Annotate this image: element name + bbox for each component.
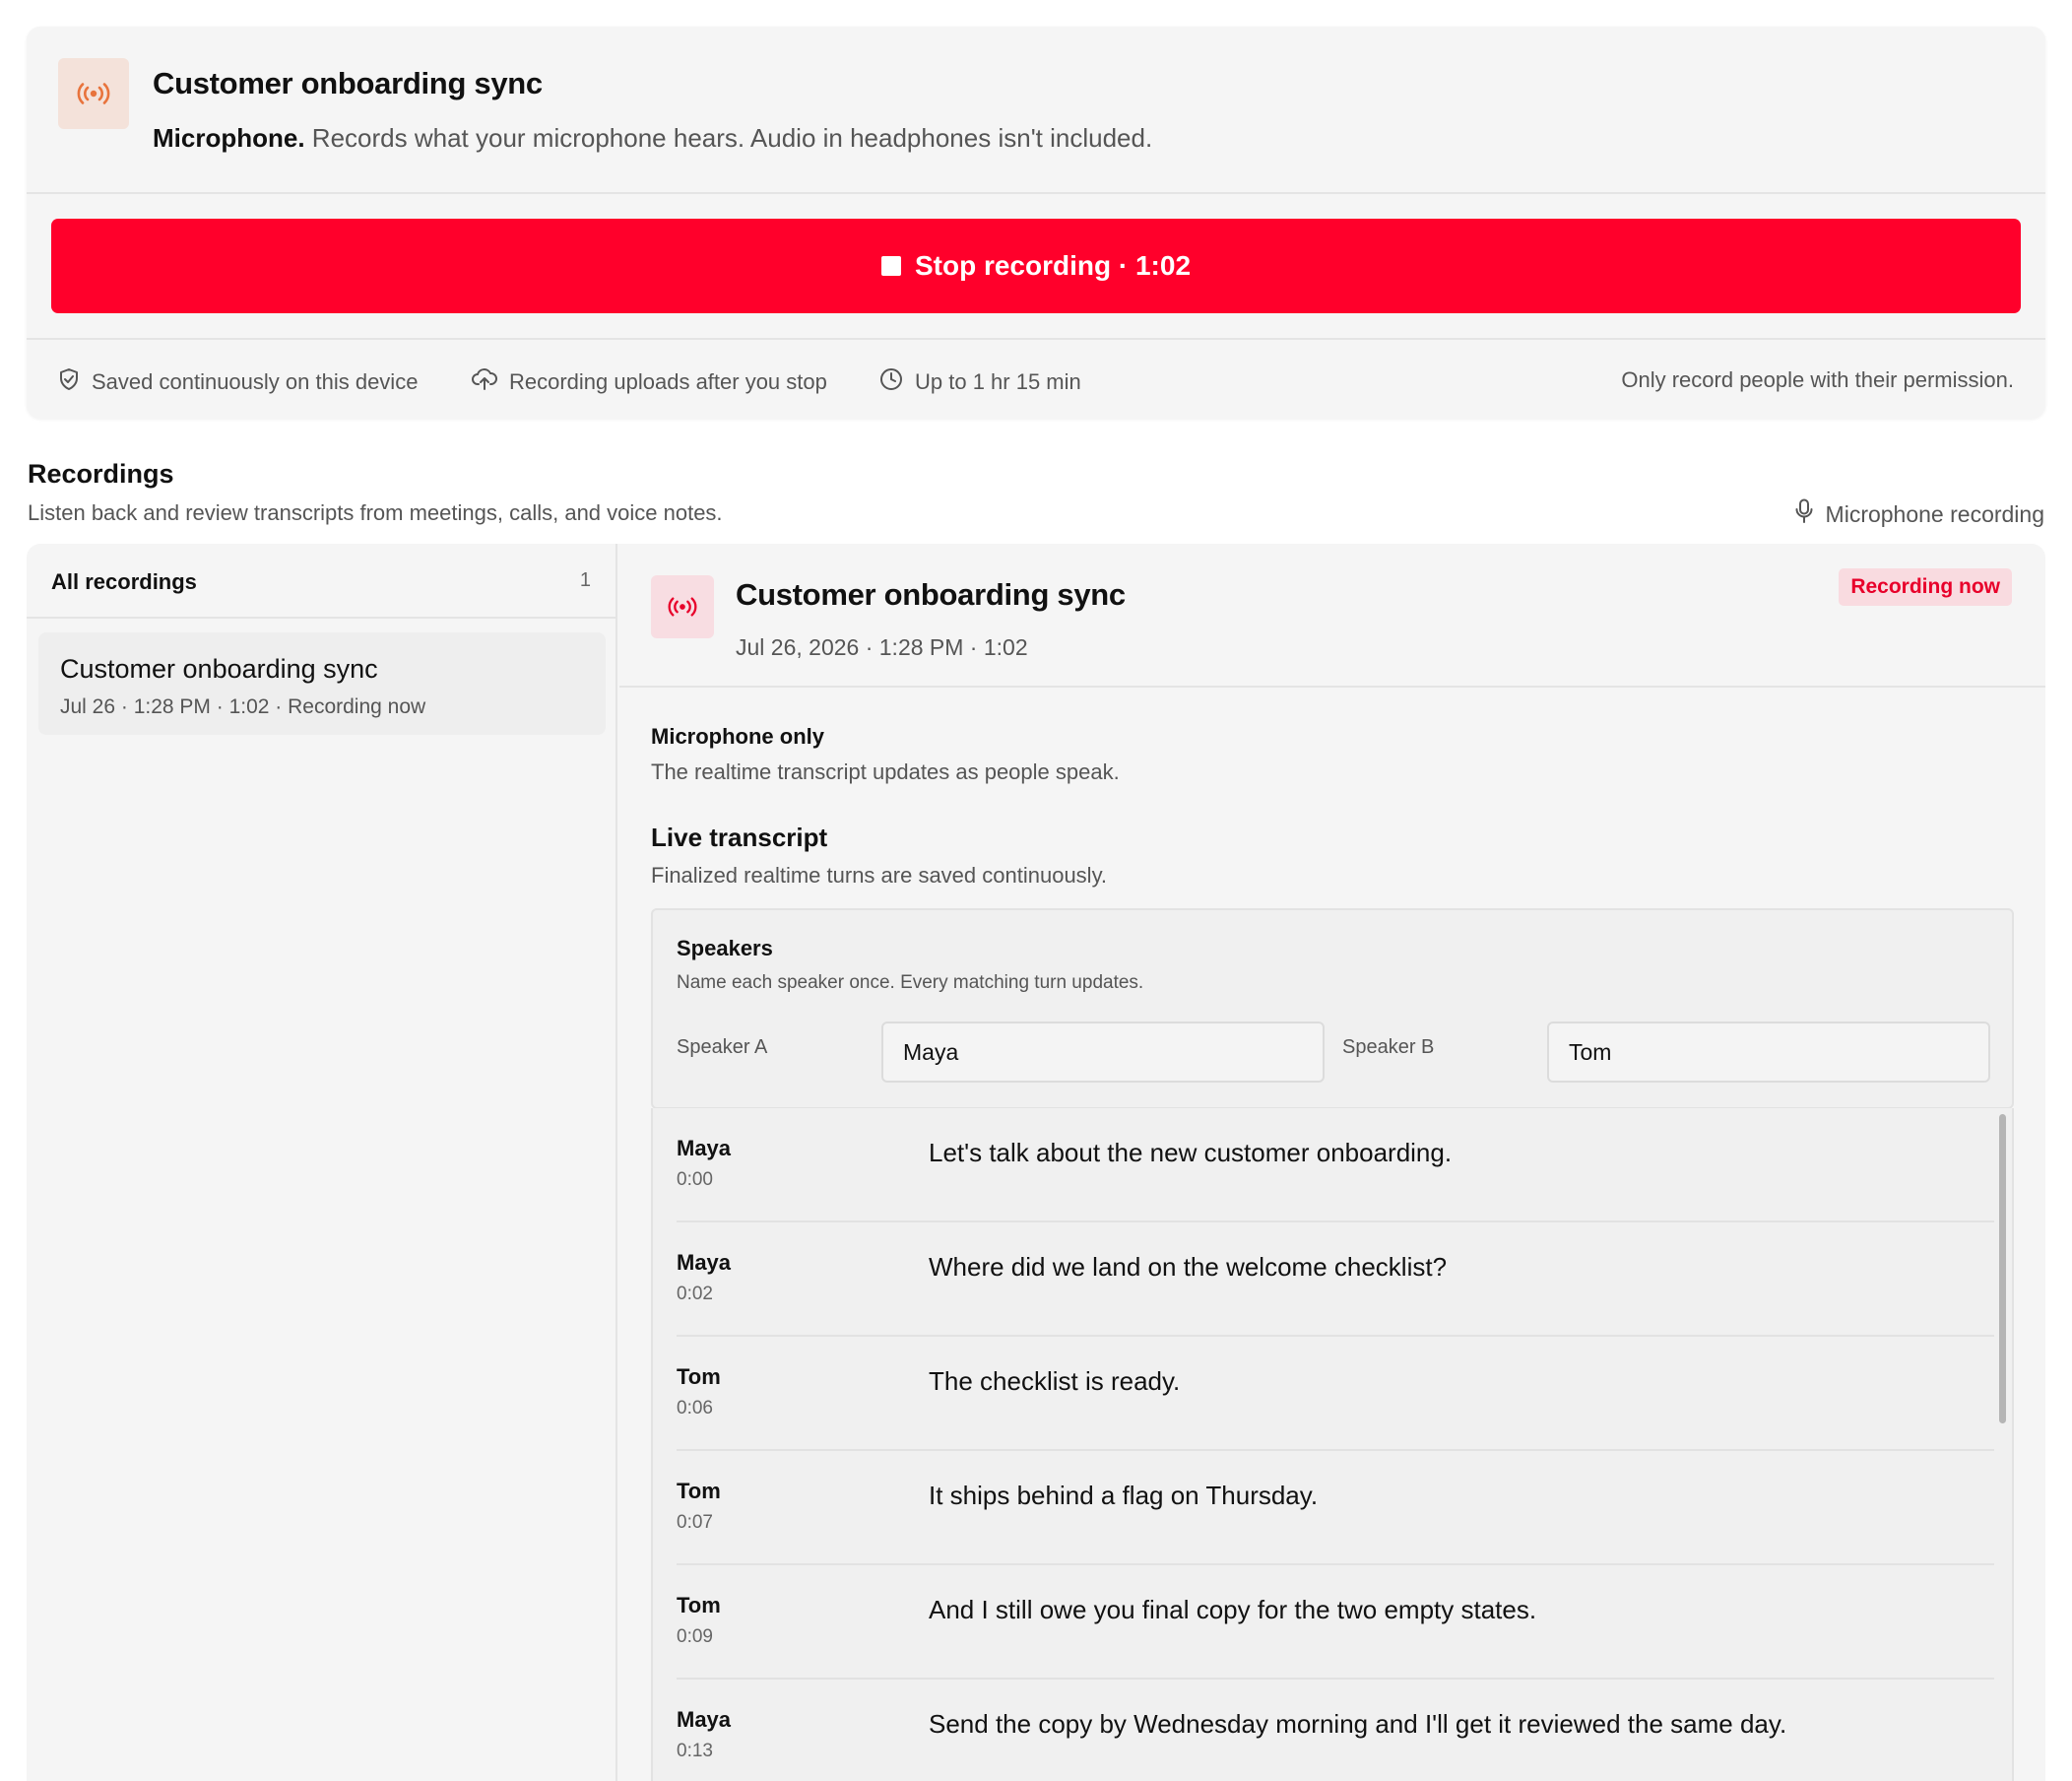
cloud-upload-icon [472, 367, 497, 397]
sidebar-header: All recordings 1 [27, 544, 615, 619]
speaker-a-input[interactable] [881, 1022, 1325, 1083]
turn-speaker: Tom [677, 1364, 721, 1389]
speakers-subtitle: Name each speaker once. Every matching t… [677, 972, 1144, 993]
turn-text: And I still owe you final copy for the t… [929, 1595, 1537, 1624]
transcript-turn: Maya 0:00 Let's talk about the new custo… [677, 1108, 1994, 1222]
stop-recording-button[interactable]: Stop recording · 1:02 [51, 219, 2021, 313]
transcript-list[interactable]: Maya 0:00 Let's talk about the new custo… [651, 1108, 2014, 1781]
limit-note-text: Up to 1 hr 15 min [915, 369, 1081, 394]
recording-title: Customer onboarding sync [153, 66, 543, 100]
turn-speaker: Tom [677, 1593, 721, 1617]
recording-item-title: Customer onboarding sync [60, 654, 378, 684]
turn-text: It ships behind a flag on Thursday. [929, 1481, 1319, 1510]
mode-title: Microphone only [651, 724, 824, 749]
recorder-card: Customer onboarding sync Microphone. Rec… [27, 27, 2045, 419]
saved-note-text: Saved continuously on this device [92, 369, 419, 394]
turn-speaker: Maya [677, 1707, 732, 1732]
recording-now-badge: Recording now [1839, 568, 2012, 606]
recordings-title: Recordings [28, 459, 174, 489]
turn-time: 0:09 [677, 1626, 713, 1647]
microphone-recording-label: Microphone recording [1794, 498, 2044, 530]
limit-note: Up to 1 hr 15 min [879, 367, 1081, 397]
live-transcript-title: Live transcript [651, 823, 828, 852]
transcript-turn: Tom 0:09 And I still owe you final copy … [677, 1565, 1994, 1680]
speakers-title: Speakers [677, 936, 773, 960]
broadcast-icon [58, 58, 129, 129]
turn-text: The checklist is ready. [929, 1366, 1181, 1396]
detail-title: Customer onboarding sync [736, 577, 1126, 612]
stop-recording-label: Stop recording · 1:02 [914, 250, 1192, 281]
shield-check-icon [58, 367, 80, 397]
source-desc-text: Records what your microphone hears. Audi… [311, 123, 1153, 153]
recordings-panel: All recordings 1 Customer onboarding syn… [27, 544, 2045, 1781]
transcript-scrollbar[interactable] [1999, 1114, 2006, 1423]
speakers-panel: Speakers Name each speaker once. Every m… [651, 908, 2014, 1109]
turn-text: Send the copy by Wednesday morning and I… [929, 1709, 1787, 1739]
upload-note-text: Recording uploads after you stop [509, 369, 827, 394]
turn-time: 0:13 [677, 1741, 713, 1761]
turn-time: 0:07 [677, 1512, 713, 1533]
turn-text: Where did we land on the welcome checkli… [929, 1252, 1448, 1282]
broadcast-icon [651, 575, 714, 638]
speaker-b-label: Speaker B [1342, 1036, 1435, 1058]
turn-speaker: Tom [677, 1479, 721, 1503]
recorder-header: Customer onboarding sync Microphone. Rec… [27, 27, 2045, 194]
turn-time: 0:00 [677, 1169, 713, 1190]
transcript-turn: Maya 0:02 Where did we land on the welco… [677, 1222, 1994, 1337]
source-description: Microphone. Records what your microphone… [153, 123, 1152, 154]
turn-time: 0:06 [677, 1398, 713, 1418]
saved-note: Saved continuously on this device [58, 367, 418, 397]
transcript-turn: Maya 0:13 Send the copy by Wednesday mor… [677, 1680, 1994, 1781]
recordings-subtitle: Listen back and review transcripts from … [28, 500, 723, 525]
upload-note: Recording uploads after you stop [472, 367, 827, 397]
microphone-recording-text: Microphone recording [1825, 500, 2044, 527]
recording-detail: Customer onboarding sync Jul 26, 2026 · … [619, 544, 2045, 1781]
turn-speaker: Maya [677, 1136, 732, 1160]
detail-meta: Jul 26, 2026 · 1:28 PM · 1:02 [736, 634, 1028, 660]
turn-time: 0:02 [677, 1284, 713, 1304]
mode-subtitle: The realtime transcript updates as peopl… [651, 759, 1120, 784]
turn-speaker: Maya [677, 1250, 732, 1275]
stop-icon [880, 256, 901, 276]
recordings-sidebar: All recordings 1 Customer onboarding syn… [27, 544, 617, 1781]
microphone-icon [1794, 498, 1814, 530]
permission-note: Only record people with their permission… [1621, 367, 2014, 392]
clock-icon [879, 367, 903, 397]
recorder-footer: Saved continuously on this device Record… [27, 338, 2045, 419]
source-label: Microphone. [153, 123, 305, 153]
speaker-b-input[interactable] [1547, 1022, 1990, 1083]
speaker-a-label: Speaker A [677, 1036, 768, 1058]
turn-text: Let's talk about the new customer onboar… [929, 1138, 1453, 1167]
recording-item-meta: Jul 26 · 1:28 PM · 1:02 · Recording now [60, 695, 426, 718]
recording-list-item[interactable]: Customer onboarding sync Jul 26 · 1:28 P… [38, 632, 606, 735]
live-transcript-subtitle: Finalized realtime turns are saved conti… [651, 863, 1108, 888]
detail-header: Customer onboarding sync Jul 26, 2026 · … [619, 544, 2045, 688]
recordings-count: 1 [579, 569, 591, 591]
transcript-turn: Tom 0:07 It ships behind a flag on Thurs… [677, 1451, 1994, 1565]
all-recordings-label: All recordings [51, 569, 197, 594]
transcript-turn: Tom 0:06 The checklist is ready. [677, 1337, 1994, 1451]
